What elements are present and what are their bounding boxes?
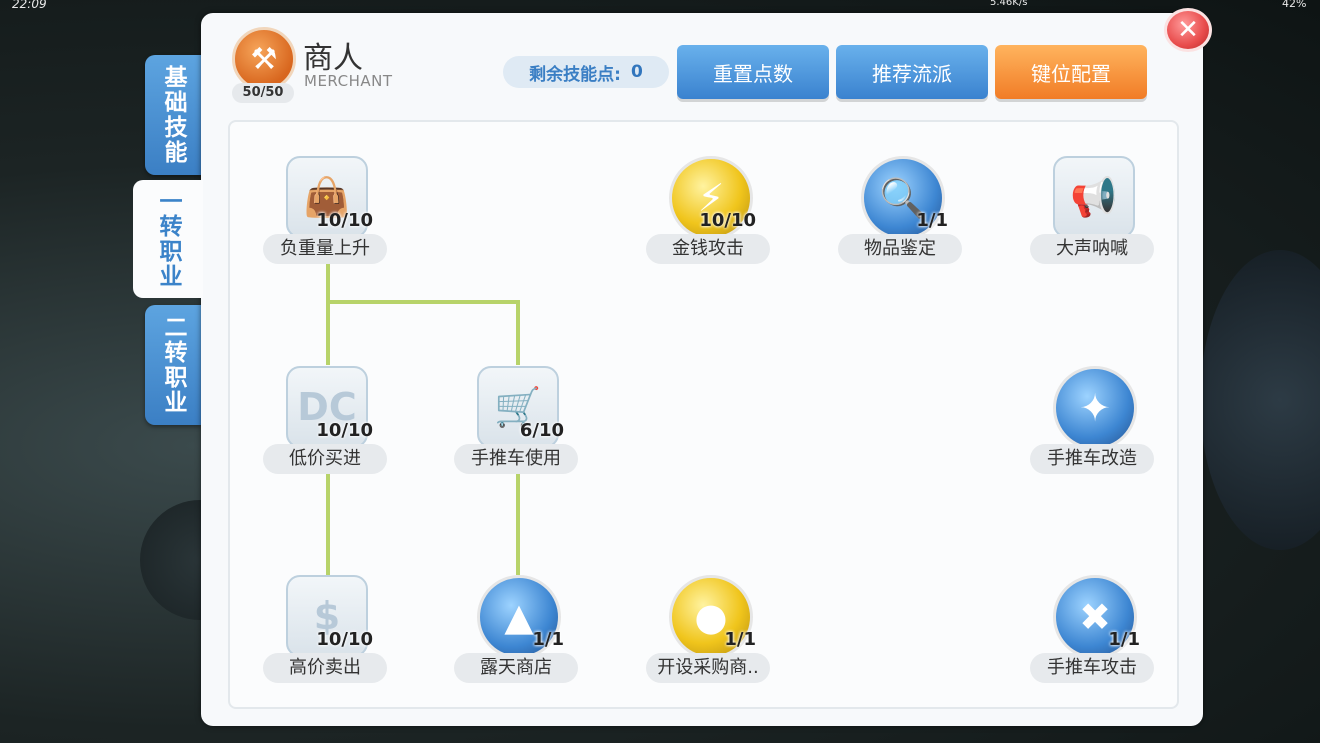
skill-name: 金钱攻击: [646, 234, 770, 264]
skill-level: 1/1: [724, 629, 756, 650]
cart-sparkle-icon: ✦: [1053, 366, 1137, 450]
skill-name: 大声呐喊: [1030, 234, 1154, 264]
skill-level: 10/10: [316, 210, 373, 231]
skill-level: 1/1: [1108, 629, 1140, 650]
skill-name: 手推车攻击: [1030, 653, 1154, 683]
skill-level: 10/10: [316, 629, 373, 650]
skill-name: 负重量上升: [263, 234, 387, 264]
skill-level: 10/10: [699, 210, 756, 231]
connector-line: [328, 300, 520, 365]
skill-level: 1/1: [532, 629, 564, 650]
close-icon: ✕: [1177, 15, 1199, 45]
skill-name: 开设采购商..: [646, 653, 770, 683]
skill-name: 手推车改造: [1030, 444, 1154, 474]
skill-level: 10/10: [316, 420, 373, 441]
skill-level: 6/10: [519, 420, 564, 441]
shout-icon: 📢: [1053, 156, 1135, 238]
skill-name: 手推车使用: [454, 444, 578, 474]
job-level: 50/50: [232, 83, 294, 103]
close-button[interactable]: ✕: [1164, 8, 1212, 52]
skill-name: 露天商店: [454, 653, 578, 683]
skill-name: 高价卖出: [263, 653, 387, 683]
skill-name: 低价买进: [263, 444, 387, 474]
skill-level: 1/1: [916, 210, 948, 231]
skill-name: 物品鉴定: [838, 234, 962, 264]
